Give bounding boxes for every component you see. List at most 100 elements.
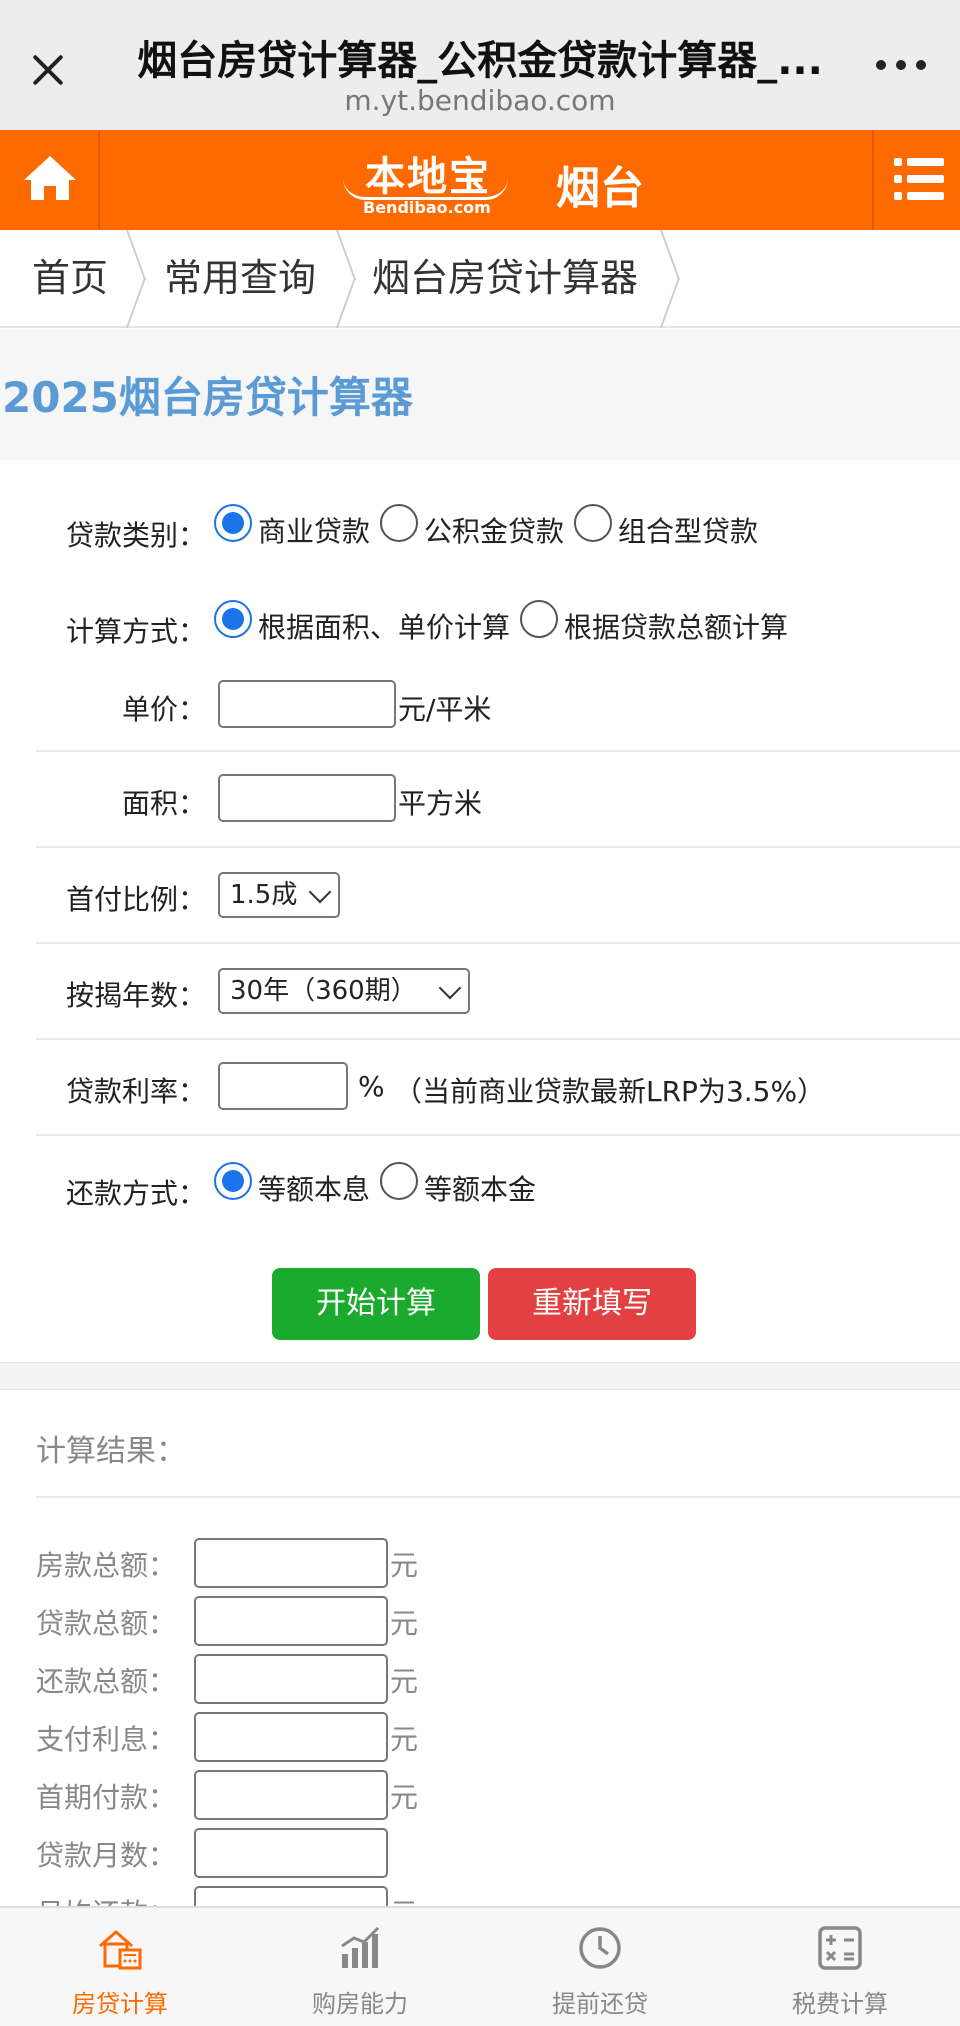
breadcrumb-current[interactable]: 烟台房贷计算器 (372, 230, 638, 326)
result-label: 支付利息： (36, 1723, 177, 1756)
result-label: 首期付款： (36, 1781, 177, 1814)
repay-method-radio-equal-installment[interactable] (214, 1162, 252, 1200)
chevron-down-icon (308, 880, 332, 904)
browser-url: m.yt.bendibao.com (344, 84, 616, 117)
years-selected-value: 30年（360期） (230, 976, 417, 1006)
city-name[interactable]: 烟台 (556, 152, 644, 216)
result-row-interest: 支付利息： 元 (36, 1712, 536, 1762)
result-unit: 元 (390, 1781, 419, 1814)
reset-button[interactable]: 重新填写 (488, 1268, 696, 1340)
result-row-months: 贷款月数： (36, 1828, 536, 1878)
loan-type-radio-combined[interactable] (574, 504, 613, 542)
breadcrumb-separator (660, 230, 682, 326)
down-payment-label: 首付比例： (65, 883, 206, 916)
years-label: 按揭年数： (65, 979, 206, 1012)
bottom-nav: 房贷计算 购房能力 提前还贷 税费计算 (0, 1906, 960, 2026)
result-unit: 元 (390, 1607, 419, 1640)
repay-method-option-label: 等额本金 (424, 1173, 537, 1206)
nav-label: 购房能力 (312, 1990, 408, 2018)
calculate-button[interactable]: 开始计算 (272, 1268, 480, 1340)
close-icon[interactable] (28, 50, 68, 90)
breadcrumb-home[interactable]: 首页 (32, 230, 108, 326)
calc-method-label: 计算方式： (65, 615, 206, 648)
rate-note: （当前商业贷款最新LRP为3.5%） (394, 1075, 826, 1108)
result-unit: 元 (390, 1723, 419, 1756)
bendibao-logo[interactable]: 本地宝 Bendibao.com (335, 138, 515, 222)
calc-method-option-label: 根据面积、单价计算 (258, 611, 511, 644)
result-interest-field[interactable] (194, 1712, 388, 1762)
browser-top-bar: 烟台房贷计算器_公积金贷款计算器_... m.yt.bendibao.com (0, 0, 960, 130)
loan-type-option-label: 商业贷款 (258, 515, 371, 548)
results-title: 计算结果： (36, 1434, 186, 1469)
result-loan-total-field[interactable] (194, 1596, 388, 1646)
results-panel: 计算结果： 房款总额： 元 贷款总额： 元 还款总额： 元 支付利息： 元 首期… (0, 1390, 960, 1936)
logo-domain: Bendibao.com (363, 198, 491, 217)
nav-item-purchase-ability[interactable]: 购房能力 (240, 1908, 480, 2026)
breadcrumb: 首页 常用查询 烟台房贷计算器 (0, 230, 960, 328)
calc-method-radio-area-price[interactable] (214, 600, 252, 638)
calc-method-option-label: 根据贷款总额计算 (564, 611, 789, 644)
loan-type-option-label: 组合型贷款 (618, 515, 759, 548)
result-label: 贷款月数： (36, 1839, 177, 1872)
repay-method-radio-equal-principal[interactable] (380, 1162, 419, 1200)
chevron-down-icon (438, 976, 462, 1000)
calc-method-options: 根据面积、单价计算 根据贷款总额计算 (214, 600, 798, 646)
bar-chart-icon (341, 1926, 380, 1968)
result-house-total-field[interactable] (194, 1538, 388, 1588)
home-icon (24, 156, 76, 200)
loan-form: 贷款类别： 商业贷款 公积金贷款 组合型贷款 计算方式： 根据面积、单价计算 根… (0, 460, 960, 1362)
repay-method-row: 还款方式： 等额本息 等额本金 (36, 1150, 960, 1220)
result-repay-total-field[interactable] (194, 1654, 388, 1704)
rate-row: 贷款利率： % （当前商业贷款最新LRP为3.5%） (36, 1042, 960, 1136)
result-unit: 元 (390, 1665, 419, 1698)
years-row: 按揭年数： 30年（360期） (36, 946, 960, 1040)
nav-item-mortgage-calc[interactable]: 房贷计算 (0, 1908, 240, 2026)
unit-price-unit: 元/平米 (398, 693, 492, 726)
breadcrumb-separator (126, 230, 148, 326)
loan-type-radio-commercial[interactable] (214, 504, 252, 542)
result-months-field[interactable] (194, 1828, 388, 1878)
nav-label: 房贷计算 (72, 1990, 168, 2018)
browser-title: 烟台房贷计算器_公积金贷款计算器_... (137, 38, 823, 84)
home-button[interactable] (0, 130, 100, 230)
years-select[interactable]: 30年（360期） (218, 968, 470, 1014)
result-down-payment-field[interactable] (194, 1770, 388, 1820)
area-row: 面积： 平方米 (36, 754, 960, 848)
down-payment-selected-value: 1.5成 (230, 880, 298, 910)
repay-method-option-label: 等额本息 (258, 1173, 371, 1206)
rate-input[interactable] (218, 1062, 348, 1110)
site-header: 本地宝 Bendibao.com 烟台 (0, 130, 960, 230)
unit-price-input[interactable] (218, 680, 396, 728)
area-label: 面积： (121, 787, 206, 820)
page-title: 2025烟台房贷计算器 (2, 373, 413, 422)
results-divider (36, 1496, 960, 1498)
calc-method-row: 计算方式： 根据面积、单价计算 根据贷款总额计算 (36, 580, 960, 650)
clock-icon (579, 1927, 621, 1969)
result-unit: 元 (390, 1549, 419, 1582)
rate-unit: % (358, 1070, 385, 1103)
loan-type-radio-provident[interactable] (380, 504, 419, 542)
logo-arc (343, 178, 508, 200)
loan-type-option-label: 公积金贷款 (424, 515, 565, 548)
nav-item-early-repayment[interactable]: 提前还贷 (480, 1908, 720, 2026)
unit-price-row: 单价： 元/平米 (36, 666, 960, 752)
area-unit: 平方米 (398, 787, 483, 820)
breadcrumb-separator (336, 230, 358, 326)
calc-method-radio-total[interactable] (520, 600, 559, 638)
result-row-down-payment: 首期付款： 元 (36, 1770, 536, 1820)
nav-label: 提前还贷 (552, 1990, 648, 2018)
down-payment-row: 首付比例： 1.5成 (36, 850, 960, 944)
down-payment-select[interactable]: 1.5成 (218, 872, 340, 918)
area-input[interactable] (218, 774, 396, 822)
result-row-loan-total: 贷款总额： 元 (36, 1596, 536, 1646)
house-calculator-icon (99, 1930, 142, 1970)
menu-button[interactable] (872, 130, 960, 230)
result-row-repay-total: 还款总额： 元 (36, 1654, 536, 1704)
section-divider (0, 1362, 960, 1390)
more-icon[interactable] (876, 60, 926, 74)
unit-price-label: 单价： (121, 693, 206, 726)
rate-label: 贷款利率： (65, 1075, 206, 1108)
nav-item-tax-calc[interactable]: 税费计算 (720, 1908, 960, 2026)
breadcrumb-common-query[interactable]: 常用查询 (164, 230, 316, 326)
repay-method-label: 还款方式： (65, 1177, 206, 1210)
